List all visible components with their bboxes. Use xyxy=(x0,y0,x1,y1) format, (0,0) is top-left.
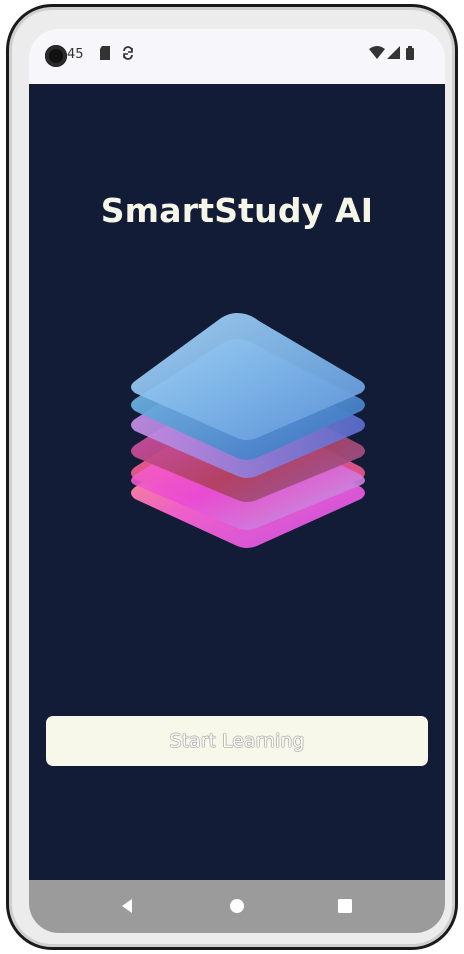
status-time: 45 xyxy=(67,47,84,62)
back-icon[interactable] xyxy=(114,893,140,919)
cellular-signal-icon xyxy=(387,46,400,63)
splash-screen: SmartStudy AI Start Learning xyxy=(29,84,445,880)
phone-screen: 45 SmartStudy AI Start Learning xyxy=(29,29,445,933)
start-learning-button[interactable]: Start Learning xyxy=(46,716,428,766)
recents-icon[interactable] xyxy=(332,893,358,919)
home-icon[interactable] xyxy=(224,893,250,919)
app-title: SmartStudy AI xyxy=(100,191,374,230)
wifi-icon xyxy=(369,46,385,63)
status-bar: 45 xyxy=(29,29,445,84)
sd-card-icon xyxy=(99,46,111,64)
layered-stack-logo xyxy=(131,313,365,548)
navigation-bar xyxy=(29,880,445,933)
battery-icon xyxy=(406,46,414,64)
camera-cutout xyxy=(45,45,67,67)
start-learning-label: Start Learning xyxy=(169,730,305,752)
phone-frame: 45 SmartStudy AI Start Learning xyxy=(6,4,458,950)
sync-icon xyxy=(121,46,135,64)
